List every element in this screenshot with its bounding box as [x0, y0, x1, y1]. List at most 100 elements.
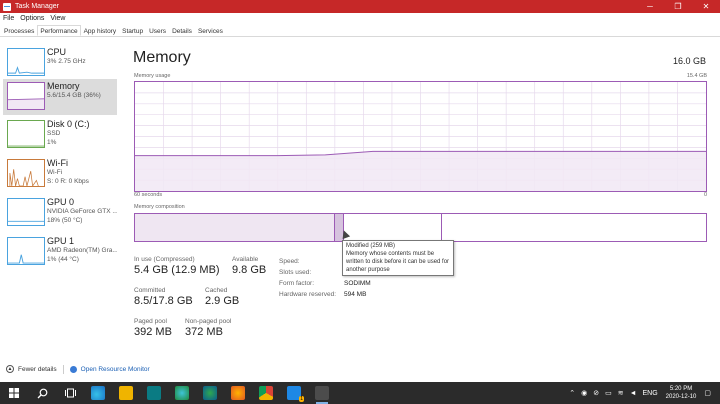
memory-usage-graph	[134, 81, 707, 192]
memory-usage-area	[135, 151, 706, 191]
task-manager-icon	[3, 2, 11, 11]
sidebar-memory-sub: 5.6/15.4 GB (36%)	[47, 92, 101, 99]
sidebar-item-disk[interactable]: Disk 0 (C:) SSD 1%	[3, 117, 117, 153]
speed-label: Speed:	[279, 258, 300, 265]
hardware-reserved-value: 594 MB	[344, 291, 367, 298]
tab-startup[interactable]: Startup	[119, 25, 146, 36]
clock-time: 5:20 PM	[669, 386, 693, 392]
start-windows-icon[interactable]	[7, 386, 21, 400]
time-right-label: 0	[703, 192, 707, 198]
tab-performance[interactable]: Performance	[37, 25, 81, 36]
sidebar-item-cpu[interactable]: CPU 3% 2.75 GHz	[3, 45, 117, 81]
wifi-thumbnail-graph	[7, 159, 45, 187]
fewer-details-link[interactable]: ▲ Fewer details	[6, 365, 57, 373]
sidebar-item-memory[interactable]: Memory 5.6/15.4 GB (36%)	[3, 79, 117, 115]
tab-processes[interactable]: Processes	[1, 25, 37, 36]
minimize-button[interactable]: ─	[636, 0, 664, 13]
available-label: Available	[232, 256, 259, 263]
task-view-icon[interactable]	[63, 386, 77, 400]
menu-options[interactable]: Options	[20, 15, 44, 22]
stat-paged-pool: Paged pool 392 MB	[134, 318, 172, 338]
close-button[interactable]: ✕	[692, 0, 720, 13]
clock[interactable]: 5:20 PM 2020-12-10	[666, 385, 697, 401]
time-left-label: 60 seconds	[134, 192, 163, 198]
gpu1-thumbnail-graph	[7, 237, 45, 265]
cpu-thumbnail-graph	[7, 48, 45, 76]
composition-label: Memory composition	[134, 204, 185, 210]
search-icon[interactable]	[35, 386, 49, 400]
edge-browser-icon[interactable]	[91, 386, 105, 400]
page-title: Memory	[133, 49, 191, 66]
sidebar-gpu0-sub1: NVIDIA GeForce GTX ...	[47, 208, 117, 215]
gpu0-thumbnail-graph	[7, 198, 45, 226]
tooltip-title: Modified (259 MB)	[346, 243, 396, 249]
tab-app-history[interactable]: App history	[81, 25, 120, 36]
volume-icon[interactable]: ◄	[630, 390, 637, 397]
composition-standby[interactable]	[344, 214, 442, 241]
stat-in-use: In use (Compressed) 5.4 GB (12.9 MB)	[134, 256, 220, 276]
sidebar-cpu-sub: 3% 2.75 GHz	[47, 58, 86, 65]
composition-in-use[interactable]	[135, 214, 335, 241]
menu-file[interactable]: File	[3, 15, 14, 22]
memory-thumbnail-graph	[7, 82, 45, 110]
task-manager-taskbar-icon[interactable]	[315, 386, 329, 404]
sidebar-item-wifi[interactable]: Wi-Fi Wi-Fi S: 0 R: 0 Kbps	[3, 156, 117, 192]
available-value: 9.8 GB	[232, 264, 267, 276]
menu-view[interactable]: View	[50, 15, 65, 22]
notification-icon[interactable]: ▢	[704, 389, 711, 397]
sidebar-gpu1-sub2: 1% (44 °C)	[47, 256, 79, 263]
taskbar: 1 ⌃ ◉ ⊘ ▭ ≋ ◄ ENG 5:20 PM 2020-12-10 ▢	[0, 382, 720, 404]
microsoft-store-icon[interactable]	[147, 386, 161, 400]
sidebar-memory-title: Memory	[47, 81, 80, 91]
committed-label: Committed	[134, 287, 166, 294]
tooltip-body: Memory whose contents must be written to…	[346, 251, 450, 273]
stat-nonpaged-pool: Non-paged pool 372 MB	[185, 318, 231, 338]
chevron-up-tray-icon[interactable]: ⌃	[569, 389, 575, 397]
tab-details[interactable]: Details	[169, 25, 195, 36]
resource-monitor-icon	[69, 365, 77, 373]
form-factor-value: SODIMM	[344, 280, 371, 287]
paged-pool-label: Paged pool	[134, 318, 167, 325]
in-use-value: 5.4 GB (12.9 MB)	[134, 264, 220, 276]
edge-dev-icon[interactable]	[203, 386, 217, 400]
memory-composition-bar	[134, 213, 707, 242]
stat-committed: Committed 8.5/17.8 GB	[134, 287, 193, 307]
open-resource-monitor-label: Open Resource Monitor	[80, 365, 150, 373]
usage-max-label: 15.4 GB	[686, 73, 707, 79]
edge-beta-icon[interactable]	[175, 386, 189, 400]
wifi-icon[interactable]: ≋	[618, 389, 624, 397]
windows-update-icon[interactable]: 1	[287, 386, 304, 402]
language-indicator[interactable]: ENG	[643, 390, 658, 397]
memory-panel: Memory 16.0 GB Memory usage 15.4 GB 60 s…	[124, 40, 718, 350]
sidebar-wifi-sub2: S: 0 R: 0 Kbps	[47, 178, 89, 185]
footer-bar: ▲ Fewer details Open Resource Monitor	[0, 362, 720, 376]
sidebar-gpu1-sub1: AMD Radeon(TM) Gra...	[47, 247, 117, 254]
window-title: Task Manager	[15, 3, 59, 10]
title-bar: Task Manager ─ ❐ ✕	[0, 0, 720, 13]
file-explorer-icon[interactable]	[119, 386, 133, 400]
sidebar-item-gpu0[interactable]: GPU 0 NVIDIA GeForce GTX ... 18% (50 °C)	[3, 195, 117, 231]
firefox-icon[interactable]	[231, 386, 245, 400]
tab-services[interactable]: Services	[195, 25, 226, 36]
disk-thumbnail-graph	[7, 120, 45, 148]
battery-icon[interactable]: ▭	[605, 389, 612, 397]
maximize-button[interactable]: ❐	[664, 0, 692, 13]
composition-free[interactable]	[442, 214, 706, 241]
resource-sidebar: CPU 3% 2.75 GHz Memory 5.6/15.4 GB (36%)…	[0, 40, 118, 350]
sidebar-disk-sub2: 1%	[47, 139, 57, 146]
slots-label: Slots used:	[279, 269, 312, 276]
open-resource-monitor-link[interactable]: Open Resource Monitor	[69, 365, 150, 373]
tab-strip: Processes Performance App history Startu…	[0, 25, 720, 37]
hardware-reserved-label: Hardware reserved:	[279, 291, 337, 298]
chevron-up-icon: ▲	[6, 365, 14, 373]
sidebar-item-gpu1[interactable]: GPU 1 AMD Radeon(TM) Gra... 1% (44 °C)	[3, 234, 117, 270]
chrome-icon[interactable]	[259, 386, 273, 400]
fewer-details-label: Fewer details	[18, 365, 57, 373]
tab-users[interactable]: Users	[146, 25, 169, 36]
nonpaged-pool-label: Non-paged pool	[185, 318, 232, 325]
memory-usage-chart	[135, 82, 706, 191]
chrome-tray-icon[interactable]: ◉	[581, 389, 587, 397]
alert-tray-icon[interactable]: ⊘	[593, 389, 599, 397]
composition-tooltip: Modified (259 MB) Memory whose contents …	[342, 240, 454, 276]
sidebar-wifi-title: Wi-Fi	[47, 158, 68, 168]
